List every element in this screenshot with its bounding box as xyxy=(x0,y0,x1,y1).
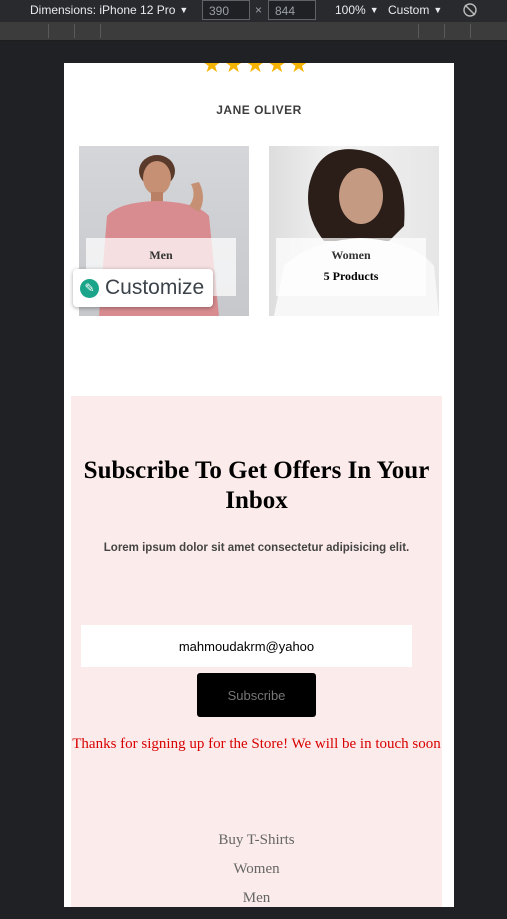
subscribe-section: Subscribe To Get Offers In Your Inbox Lo… xyxy=(71,396,442,907)
subscribe-title: Subscribe To Get Offers In Your Inbox xyxy=(83,457,430,514)
zoom-label: 100% xyxy=(335,3,366,17)
media-query-ruler xyxy=(0,22,507,41)
customize-label: Customize xyxy=(105,276,205,299)
device-dimensions-select[interactable]: Dimensions: iPhone 12 Pro ▼ xyxy=(30,3,188,17)
chevron-down-icon: ▼ xyxy=(433,5,443,15)
reviewer-name: JANE OLIVER xyxy=(216,103,302,117)
chevron-down-icon: ▼ xyxy=(179,5,189,15)
category-name: Women xyxy=(331,248,371,262)
email-field[interactable] xyxy=(81,625,412,667)
category-name: Men xyxy=(149,248,173,262)
throttle-select[interactable]: Custom ▼ xyxy=(388,3,442,17)
width-input[interactable]: 390 xyxy=(202,0,250,20)
subscribe-button[interactable]: Subscribe xyxy=(197,673,316,717)
rotate-icon[interactable] xyxy=(462,2,478,18)
category-count: 5 Products xyxy=(323,269,379,283)
palette-icon: ✎ xyxy=(80,278,99,298)
success-message: Thanks for signing up for the Store! We … xyxy=(72,736,441,752)
throttle-label: Custom xyxy=(388,3,430,17)
footer-link-men[interactable]: Men xyxy=(71,890,442,907)
footer-link-buy-tshirts[interactable]: Buy T-Shirts xyxy=(71,832,442,849)
category-card-women[interactable]: Women 5 Products xyxy=(269,146,439,316)
times-sign: × xyxy=(255,3,263,17)
customize-button[interactable]: ✎ Customize xyxy=(73,269,214,307)
device-viewport: ★★★★★ JANE OLIVER Men Women 5 Products ✎… xyxy=(64,63,454,907)
zoom-select[interactable]: 100% ▼ xyxy=(335,3,379,17)
subscribe-description: Lorem ipsum dolor sit amet consectetur a… xyxy=(103,542,410,554)
category-label-women: Women 5 Products xyxy=(276,238,426,296)
devtools-toolbar: Dimensions: iPhone 12 Pro ▼ 390 × 844 10… xyxy=(0,0,507,22)
chevron-down-icon: ▼ xyxy=(369,5,379,15)
height-input[interactable]: 844 xyxy=(268,0,316,20)
footer-link-women[interactable]: Women xyxy=(71,861,442,878)
device-dimensions-label: Dimensions: iPhone 12 Pro xyxy=(30,3,176,17)
rating-stars: ★★★★★ xyxy=(202,63,311,78)
